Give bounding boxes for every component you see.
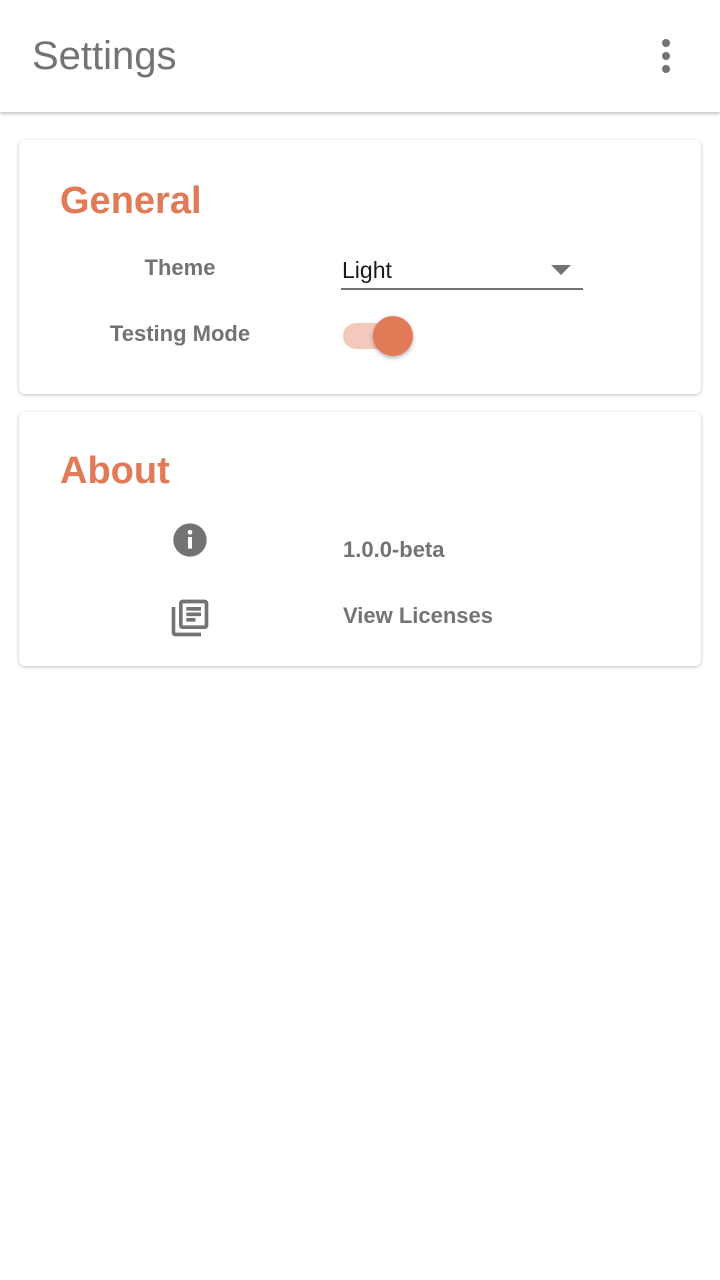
- app-bar: Settings: [0, 0, 720, 112]
- about-card: About 1.0.0-beta View Licenses: [19, 412, 701, 666]
- theme-select[interactable]: Light: [341, 252, 583, 290]
- overflow-menu-button[interactable]: [642, 32, 690, 80]
- general-section-title: General: [60, 180, 202, 222]
- version-icon-cell: [60, 520, 320, 560]
- general-card: General Theme Light Testing Mode: [19, 140, 701, 394]
- licenses-icon-cell[interactable]: [60, 596, 320, 640]
- testing-mode-label: Testing Mode: [109, 321, 251, 346]
- version-text: 1.0.0-beta: [343, 537, 445, 562]
- more-vert-dot: [662, 52, 670, 60]
- dropdown-arrow-icon: [551, 265, 571, 275]
- theme-select-value: Light: [342, 257, 392, 283]
- view-licenses-link[interactable]: View Licenses: [343, 602, 493, 630]
- more-vert-dot: [662, 65, 670, 73]
- testing-mode-toggle[interactable]: [341, 314, 413, 356]
- page-title: Settings: [32, 34, 177, 78]
- more-vert-icon: [662, 39, 670, 47]
- toggle-thumb: [373, 316, 413, 356]
- info-icon: [173, 523, 207, 557]
- library-books-icon: [171, 599, 209, 637]
- about-section-title: About: [60, 450, 170, 492]
- theme-label: Theme: [144, 255, 216, 280]
